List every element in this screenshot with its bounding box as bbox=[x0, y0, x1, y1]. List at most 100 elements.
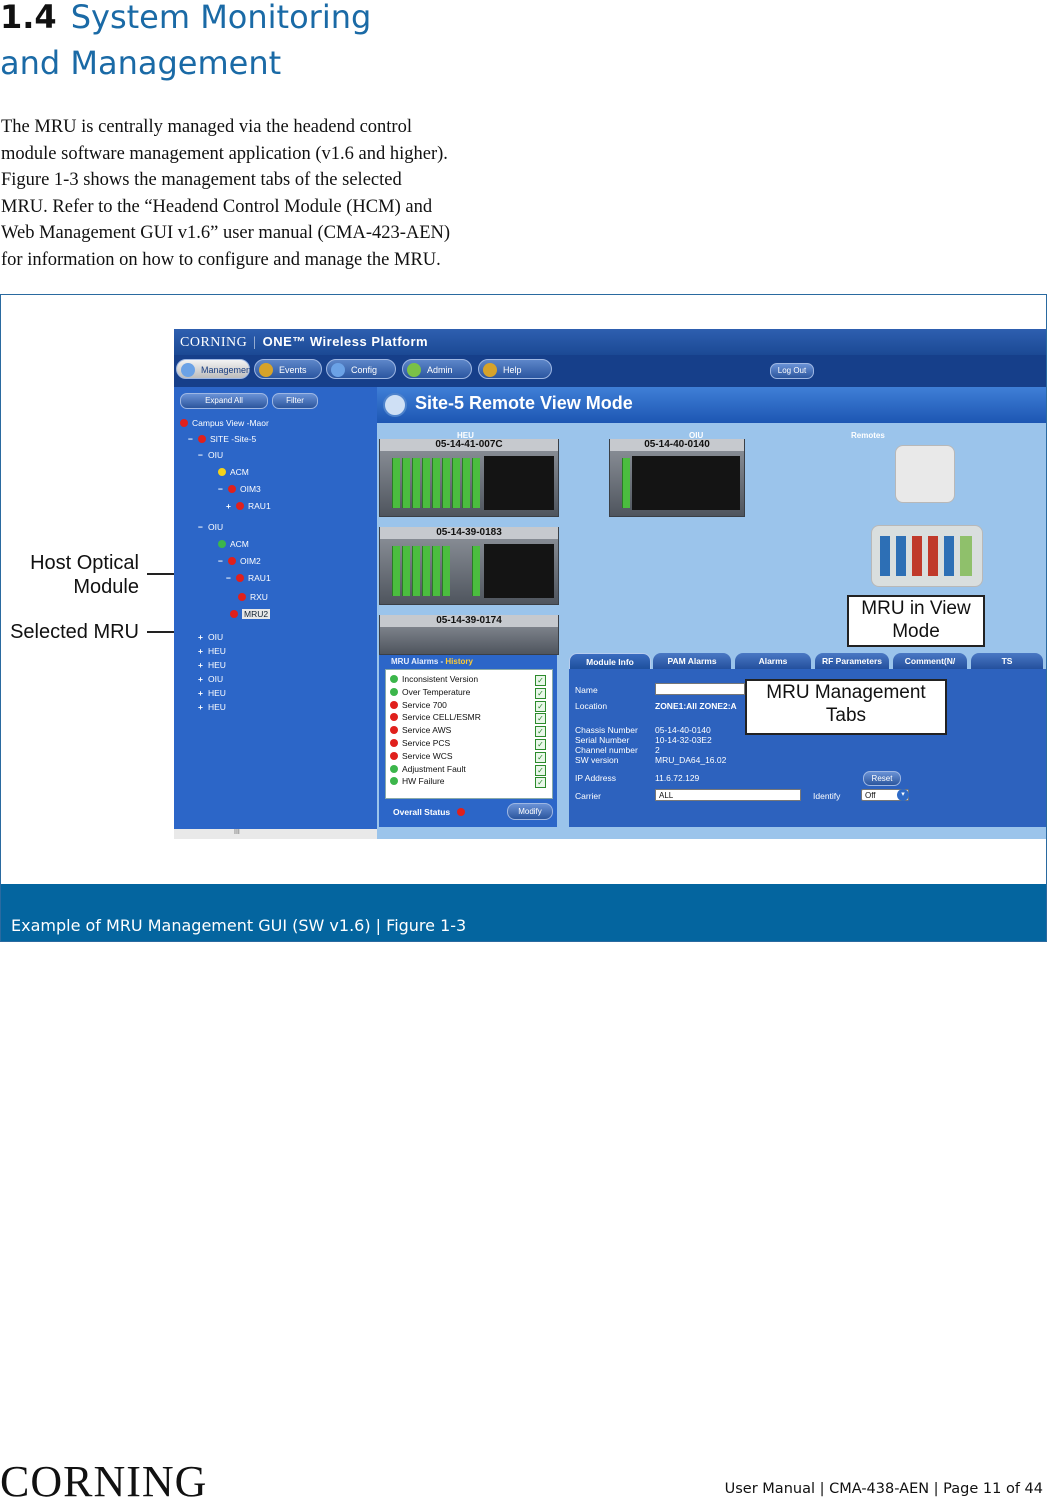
tree-node[interactable]: RXU bbox=[238, 591, 268, 603]
tree-node[interactable]: + OIU bbox=[198, 673, 223, 685]
alarm-label: Service CELL/ESMR bbox=[402, 712, 481, 723]
serial-number-label: Serial Number bbox=[575, 735, 630, 745]
alarm-row: Service CELL/ESMR bbox=[390, 712, 481, 722]
tab-alarms[interactable]: Alarms bbox=[735, 653, 811, 669]
remote-unit-icon[interactable] bbox=[895, 445, 955, 503]
alarm-status-dot bbox=[390, 764, 398, 773]
name-label: Name bbox=[575, 685, 598, 695]
collapse-icon[interactable]: − bbox=[188, 433, 198, 445]
tree-node[interactable]: − OIU bbox=[198, 449, 223, 461]
carrier-field[interactable]: ALL bbox=[655, 789, 801, 801]
alarm-row: Over Temperature bbox=[390, 687, 470, 697]
identify-select[interactable]: Off ▾ bbox=[861, 789, 909, 801]
filter-button[interactable]: Filter bbox=[272, 393, 318, 409]
modify-button[interactable]: Modify bbox=[507, 803, 553, 820]
expand-icon[interactable]: + bbox=[198, 659, 208, 671]
tree-node-label: RAU1 bbox=[248, 573, 271, 583]
host-optical-line2: Module bbox=[73, 576, 139, 598]
section-number: 1.4 bbox=[0, 0, 57, 36]
tree-node[interactable]: Campus View -Maor bbox=[180, 417, 269, 429]
expand-all-button[interactable]: Expand All bbox=[180, 393, 268, 409]
tree-node[interactable]: ACM bbox=[218, 466, 249, 478]
alarm-checkbox[interactable]: ✓ bbox=[535, 764, 546, 776]
tree-node-label: OIU bbox=[208, 632, 224, 642]
heu-chassis-1[interactable]: 05-14-41-007C bbox=[379, 439, 559, 517]
alarm-label: Service AWS bbox=[402, 725, 452, 736]
collapse-icon[interactable]: − bbox=[198, 521, 208, 533]
status-dot bbox=[236, 502, 244, 510]
tab-events-label: Events bbox=[279, 365, 307, 375]
expand-icon[interactable]: + bbox=[198, 687, 208, 699]
tree-node[interactable]: − RAU1 bbox=[226, 572, 271, 584]
tree-node[interactable]: − OIU bbox=[198, 521, 223, 533]
expand-icon[interactable]: + bbox=[198, 701, 208, 713]
figure-caption-bar: Example of MRU Management GUI (SW v1.6) … bbox=[1, 884, 1046, 941]
collapse-icon[interactable]: − bbox=[226, 572, 236, 584]
expand-icon[interactable]: + bbox=[198, 645, 208, 657]
tree-node[interactable]: + HEU bbox=[198, 687, 226, 699]
logout-button[interactable]: Log Out bbox=[770, 363, 814, 379]
management-icon bbox=[181, 363, 195, 377]
channel-number-label: Channel number bbox=[575, 745, 638, 755]
alarm-checkbox[interactable]: ✓ bbox=[535, 713, 546, 725]
section-heading: 1.4 System Monitoring and Management bbox=[0, 0, 371, 86]
section-title-line2: and Management bbox=[0, 44, 282, 82]
status-dot bbox=[180, 419, 188, 427]
alarm-checkbox[interactable]: ✓ bbox=[535, 777, 546, 789]
tab-config[interactable]: Config bbox=[326, 359, 396, 379]
tree-node[interactable]: − OIM3 bbox=[218, 483, 261, 495]
tree-node-label: OIM3 bbox=[240, 484, 261, 494]
alarm-checkbox[interactable]: ✓ bbox=[535, 751, 546, 763]
tree-node[interactable]: + HEU bbox=[198, 645, 226, 657]
oiu-chassis[interactable]: 05-14-40-0140 bbox=[609, 439, 745, 517]
tab-rf-parameters[interactable]: RF Parameters bbox=[815, 653, 889, 669]
tree-node[interactable]: ACM bbox=[218, 538, 249, 550]
tree-node[interactable]: MRU2 bbox=[230, 608, 271, 620]
module-card bbox=[402, 458, 410, 508]
tab-admin[interactable]: Admin bbox=[402, 359, 472, 379]
tree-node[interactable]: + HEU bbox=[198, 701, 226, 713]
collapse-icon[interactable]: − bbox=[218, 483, 228, 495]
mru-unit-image[interactable] bbox=[871, 525, 983, 587]
collapse-icon[interactable]: − bbox=[218, 555, 228, 567]
alarm-label: Over Temperature bbox=[402, 686, 471, 697]
tree-node[interactable]: − SITE -Site-5 bbox=[188, 433, 256, 445]
alarm-row: Adjustment Fault bbox=[390, 764, 466, 774]
heu-chassis-3[interactable]: 05-14-39-0174 bbox=[379, 615, 559, 655]
reset-button[interactable]: Reset bbox=[863, 771, 901, 786]
status-dot bbox=[230, 610, 238, 618]
alarm-checkbox[interactable]: ✓ bbox=[535, 700, 546, 712]
name-field[interactable] bbox=[655, 683, 745, 695]
gui-nav-tabs: Management Events Config Admin Help Log … bbox=[174, 359, 1046, 383]
expand-icon[interactable]: + bbox=[226, 500, 236, 512]
tab-ts[interactable]: TS bbox=[971, 653, 1043, 669]
tab-comment[interactable]: Comment(N/ bbox=[893, 653, 967, 669]
mru-module bbox=[912, 536, 922, 576]
tree-node[interactable]: + RAU1 bbox=[226, 500, 271, 512]
module-card bbox=[412, 458, 420, 508]
heu-chassis-2[interactable]: 05-14-39-0183 bbox=[379, 527, 559, 605]
tree-node[interactable]: + HEU bbox=[198, 659, 226, 671]
alarm-checkbox[interactable]: ✓ bbox=[535, 726, 546, 738]
mru-alarms-tab[interactable]: MRU Alarms bbox=[391, 657, 438, 666]
tree-horizontal-scrollbar[interactable]: III bbox=[174, 829, 377, 839]
chassis-tag: 05-14-41-007C bbox=[380, 439, 558, 451]
tree-node[interactable]: + OIU bbox=[198, 631, 223, 643]
gui-header: CORNING | ONE™ Wireless Platform bbox=[174, 329, 1046, 355]
chassis-empty-bay bbox=[484, 544, 554, 598]
mgmt-tabs-line2: Tabs bbox=[825, 705, 867, 726]
tab-help[interactable]: Help bbox=[478, 359, 552, 379]
tree-node[interactable]: − OIM2 bbox=[218, 555, 261, 567]
channel-number-value: 2 bbox=[655, 745, 660, 755]
alarm-checkbox[interactable]: ✓ bbox=[535, 687, 546, 699]
expand-icon[interactable]: + bbox=[198, 631, 208, 643]
tab-events[interactable]: Events bbox=[254, 359, 322, 379]
help-icon bbox=[483, 363, 497, 377]
tab-pam-alarms[interactable]: PAM Alarms bbox=[653, 653, 731, 669]
tab-management[interactable]: Management bbox=[176, 359, 254, 379]
alarm-checkbox[interactable]: ✓ bbox=[535, 739, 546, 750]
history-tab[interactable]: History bbox=[445, 657, 473, 666]
expand-icon[interactable]: + bbox=[198, 673, 208, 685]
alarm-checkbox[interactable]: ✓ bbox=[535, 675, 546, 686]
collapse-icon[interactable]: − bbox=[198, 449, 208, 461]
